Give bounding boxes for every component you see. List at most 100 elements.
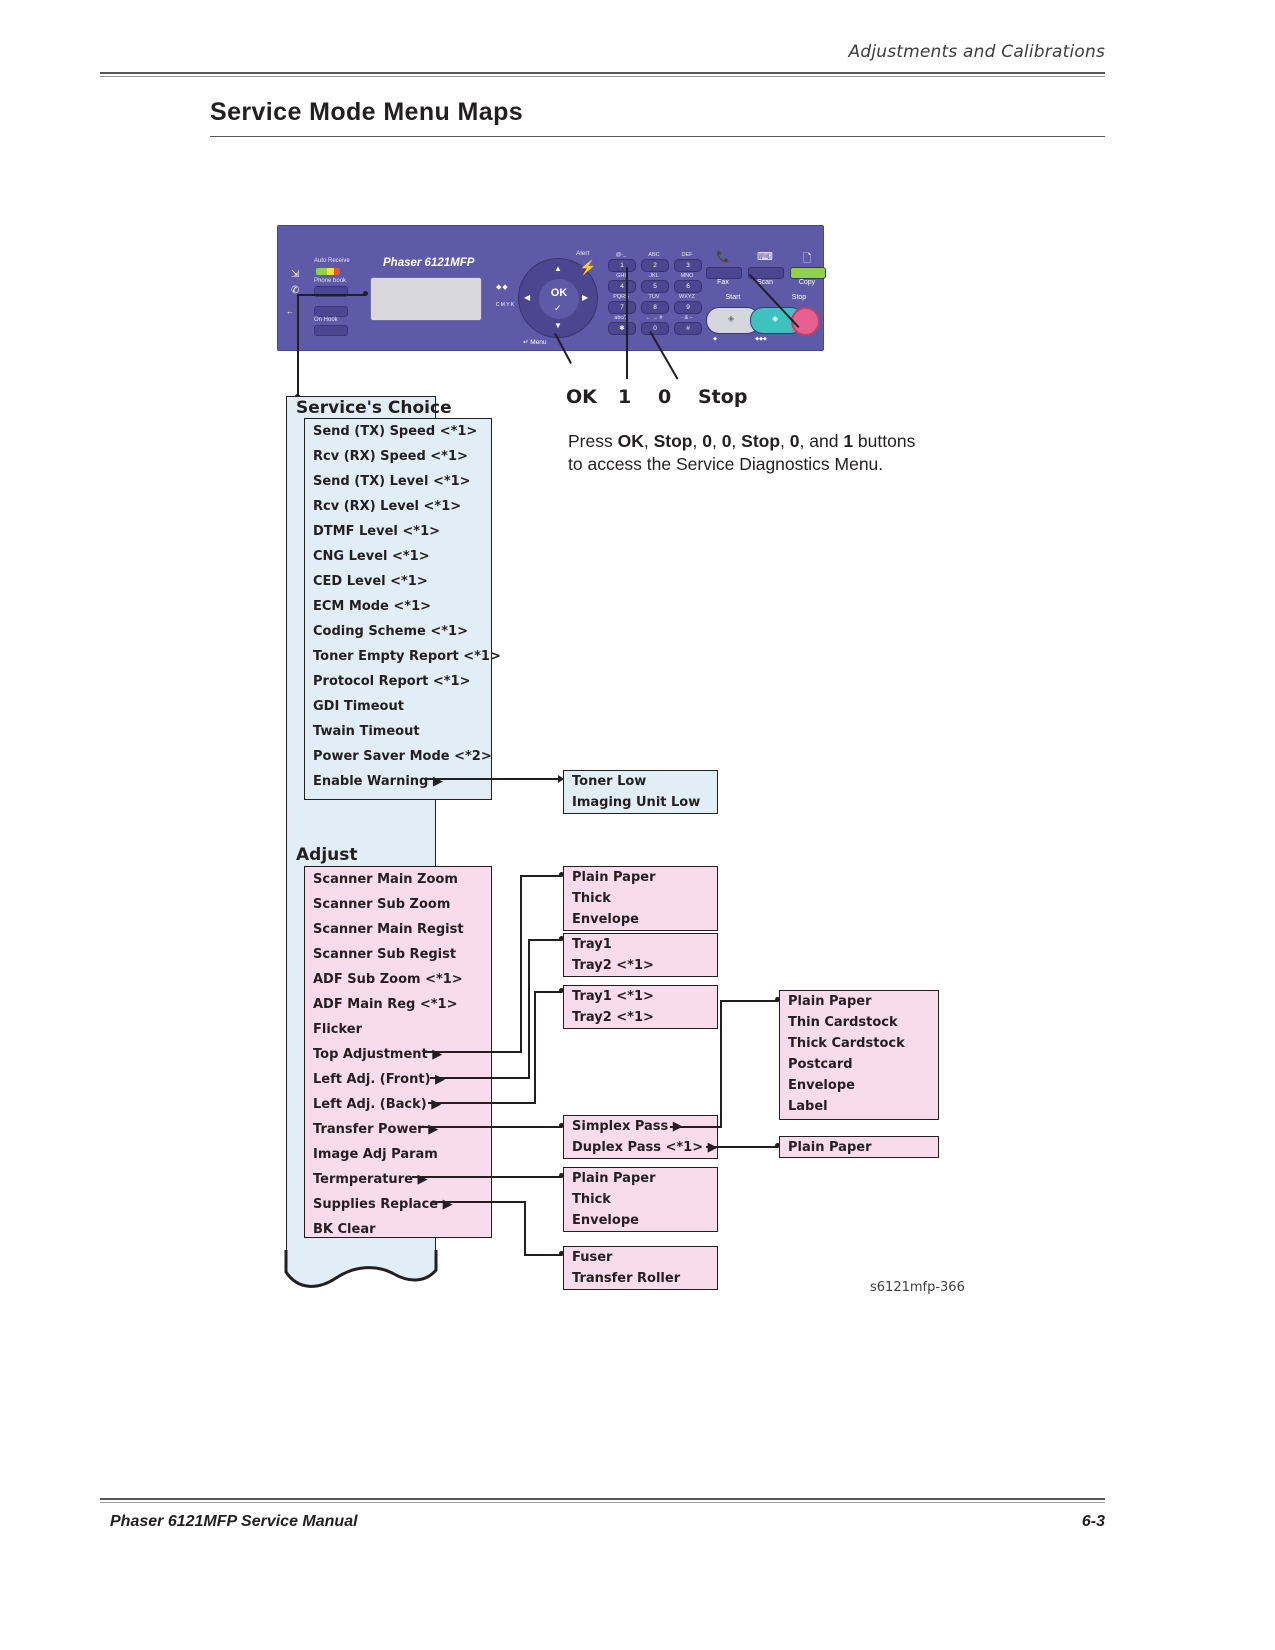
- redial-icon: ⇲: [291, 269, 300, 280]
- list-item[interactable]: Imaging Unit Low: [564, 792, 717, 813]
- list-item[interactable]: DTMF Level <*1>: [305, 519, 491, 544]
- connector-transfer-power: [418, 1126, 562, 1128]
- speed-dial-button[interactable]: [314, 306, 348, 317]
- list-item[interactable]: Plain Paper: [564, 1168, 717, 1189]
- list-item[interactable]: Flicker: [305, 1017, 491, 1042]
- list-item[interactable]: Thick Cardstock: [780, 1033, 938, 1054]
- phone-book-label: Phone book: [314, 278, 347, 284]
- list-item[interactable]: Top Adjustment ▶: [305, 1042, 491, 1067]
- list-item[interactable]: Left Adj. (Back) ▶: [305, 1092, 491, 1117]
- key-7[interactable]: 7: [608, 301, 636, 314]
- key-2[interactable]: 2: [641, 259, 669, 272]
- leader-dot-lcd: [363, 291, 368, 296]
- list-item[interactable]: ECM Mode <*1>: [305, 594, 491, 619]
- numeric-keypad[interactable]: @-_ 1 ABC 2 DEF 3 GHI 4 JKL 5 MNO 6 PQRS…: [608, 252, 702, 344]
- list-item[interactable]: Rcv (RX) Speed <*1>: [305, 444, 491, 469]
- right-arrow-icon[interactable]: ▶: [582, 293, 588, 302]
- list-item[interactable]: Plain Paper: [780, 1137, 938, 1158]
- connector-enable-warning: [424, 778, 562, 780]
- list-item[interactable]: Scanner Sub Zoom: [305, 892, 491, 917]
- connector-supplies-v: [524, 1201, 526, 1256]
- copy-button[interactable]: [790, 267, 826, 279]
- list-item[interactable]: Image Adj Param: [305, 1142, 491, 1167]
- list-item[interactable]: Thin Cardstock: [780, 1012, 938, 1033]
- list-item[interactable]: Label: [780, 1096, 938, 1117]
- list-item[interactable]: Envelope: [780, 1075, 938, 1096]
- fax-button[interactable]: [706, 267, 742, 279]
- fax-icon: 📞: [716, 251, 730, 263]
- list-item[interactable]: Thick: [564, 888, 717, 909]
- connector-left-back-v: [534, 991, 536, 1104]
- key-star[interactable]: ✱: [608, 322, 636, 335]
- list-item[interactable]: Send (TX) Speed <*1>: [305, 419, 491, 444]
- key-4[interactable]: 4: [608, 280, 636, 293]
- on-hook-button[interactable]: [314, 325, 348, 336]
- list-item[interactable]: ADF Sub Zoom <*1>: [305, 967, 491, 992]
- list-item[interactable]: Plain Paper: [780, 991, 938, 1012]
- list-item[interactable]: Supplies Replace ▶: [305, 1192, 491, 1217]
- list-item[interactable]: ADF Main Reg <*1>: [305, 992, 491, 1017]
- instruction-key-4: 0: [721, 431, 732, 451]
- list-item[interactable]: Send (TX) Level <*1>: [305, 469, 491, 494]
- connector-left-back-h2: [534, 991, 562, 993]
- list-item[interactable]: Duplex Pass <*1> ▶: [564, 1137, 718, 1158]
- simplex-pass-sublist[interactable]: Plain Paper Thin Cardstock Thick Cardsto…: [779, 990, 939, 1120]
- list-item[interactable]: Coding Scheme <*1>: [305, 619, 491, 644]
- list-item[interactable]: Transfer Power ▶: [305, 1117, 491, 1142]
- list-item[interactable]: Tray1: [564, 934, 717, 955]
- list-item[interactable]: Thick: [564, 1189, 717, 1210]
- top-adjustment-sublist[interactable]: Plain Paper Thick Envelope: [563, 866, 718, 931]
- list-item[interactable]: Transfer Roller: [564, 1268, 717, 1289]
- key-8[interactable]: 8: [641, 301, 669, 314]
- left-adj-front-sublist[interactable]: Tray1 Tray2 <*1>: [563, 933, 718, 977]
- key-1[interactable]: 1: [608, 259, 636, 272]
- list-item[interactable]: Postcard: [780, 1054, 938, 1075]
- list-item[interactable]: Envelope: [564, 909, 717, 930]
- cmyk-label: C M Y K: [495, 302, 515, 308]
- key-3[interactable]: 3: [674, 259, 702, 272]
- scanner-icon: ⌨: [757, 251, 773, 263]
- list-item[interactable]: Toner Low: [564, 771, 717, 792]
- temperature-sublist[interactable]: Plain Paper Thick Envelope: [563, 1167, 718, 1232]
- list-item[interactable]: Plain Paper: [564, 867, 717, 888]
- list-item[interactable]: Scanner Main Regist: [305, 917, 491, 942]
- supplies-replace-sublist[interactable]: Fuser Transfer Roller: [563, 1246, 718, 1290]
- list-item[interactable]: Twain Timeout: [305, 719, 491, 744]
- enable-warning-sublist[interactable]: Toner Low Imaging Unit Low: [563, 770, 718, 814]
- down-arrow-icon[interactable]: ▼: [554, 321, 562, 330]
- transfer-power-sublist[interactable]: Simplex Pass ▶ Duplex Pass <*1> ▶: [563, 1115, 718, 1159]
- list-item[interactable]: CNG Level <*1>: [305, 544, 491, 569]
- list-item[interactable]: Scanner Sub Regist: [305, 942, 491, 967]
- key-9[interactable]: 9: [674, 301, 702, 314]
- list-item[interactable]: Enable Warning ▶: [305, 769, 491, 794]
- list-item[interactable]: Toner Empty Report <*1>: [305, 644, 501, 669]
- start-bw-icon: ◈: [728, 314, 735, 323]
- services-choice-list[interactable]: Send (TX) Speed <*1> Rcv (RX) Speed <*1>…: [304, 418, 501, 800]
- key-0[interactable]: 0: [641, 322, 669, 335]
- list-item[interactable]: Left Adj. (Front) ▶: [305, 1067, 491, 1092]
- list-item[interactable]: Scanner Main Zoom: [305, 867, 491, 892]
- list-item[interactable]: Tray2 <*1>: [564, 955, 717, 976]
- footer-rule: [100, 1498, 1105, 1500]
- key-6[interactable]: 6: [674, 280, 702, 293]
- list-item[interactable]: Termperature ▶: [305, 1167, 491, 1192]
- list-item[interactable]: Envelope: [564, 1210, 717, 1231]
- list-item[interactable]: Rcv (RX) Level <*1>: [305, 494, 491, 519]
- up-arrow-icon[interactable]: ▲: [554, 264, 562, 273]
- list-item[interactable]: BK Clear: [305, 1217, 491, 1242]
- duplex-pass-sublist[interactable]: Plain Paper: [779, 1136, 939, 1158]
- key-hash[interactable]: #: [674, 322, 702, 335]
- list-item[interactable]: Tray2 <*1>: [564, 1007, 717, 1028]
- list-item[interactable]: GDI Timeout: [305, 694, 491, 719]
- key-5[interactable]: 5: [641, 280, 669, 293]
- list-item[interactable]: Power Saver Mode <*2>: [305, 744, 492, 769]
- list-item[interactable]: Protocol Report <*1>: [305, 669, 491, 694]
- ok-button[interactable]: OK ✓: [538, 278, 580, 320]
- list-item[interactable]: CED Level <*1>: [305, 569, 491, 594]
- list-item[interactable]: Tray1 <*1>: [564, 986, 717, 1007]
- left-arrow-icon[interactable]: ◀: [524, 293, 530, 302]
- left-adj-back-sublist[interactable]: Tray1 <*1> Tray2 <*1>: [563, 985, 718, 1029]
- instruction-key-3: 0: [702, 431, 712, 451]
- connector-top-adjustment-h2: [520, 875, 562, 877]
- list-item[interactable]: Fuser: [564, 1247, 717, 1268]
